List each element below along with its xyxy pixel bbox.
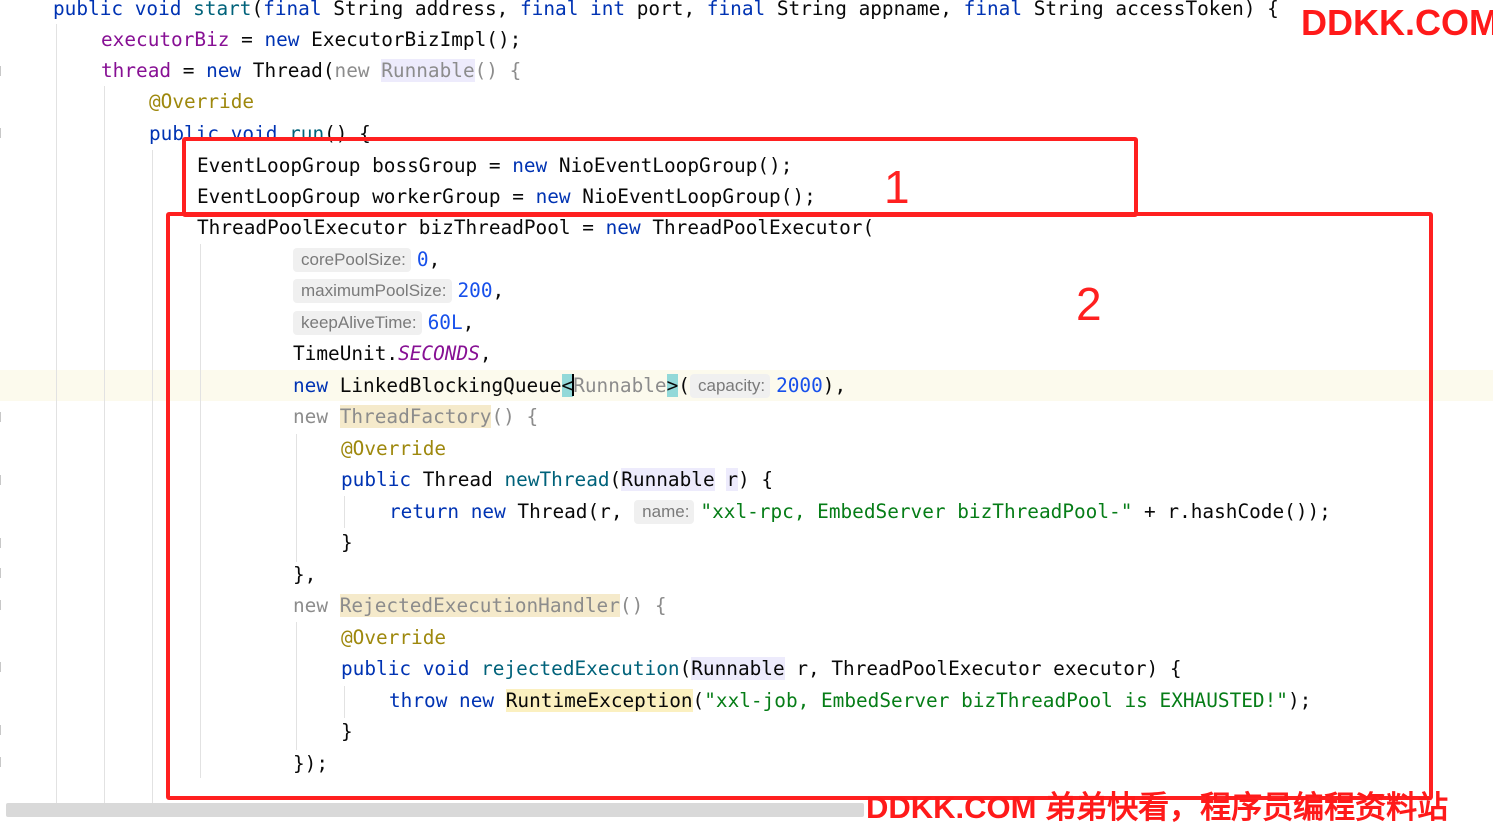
highlight-box-1-label: 1 [884,161,910,213]
code-line: executorBiz = new ExecutorBizImpl(); [101,28,522,51]
highlight-box-2-label: 2 [1076,278,1102,330]
horizontal-scrollbar[interactable] [6,803,864,817]
watermark-bottom: DDKK.COM 弟弟快看，程序员编程资料站 [866,790,1449,825]
code-line: public void start(final String address, … [53,0,1279,20]
highlight-box-1 [182,137,1138,217]
code-line: @Override [149,90,255,113]
highlight-box-2 [166,212,1433,800]
code-line: thread = new Thread(new Runnable() { [101,59,522,82]
watermark-top: DDKK.COM [1301,2,1493,43]
